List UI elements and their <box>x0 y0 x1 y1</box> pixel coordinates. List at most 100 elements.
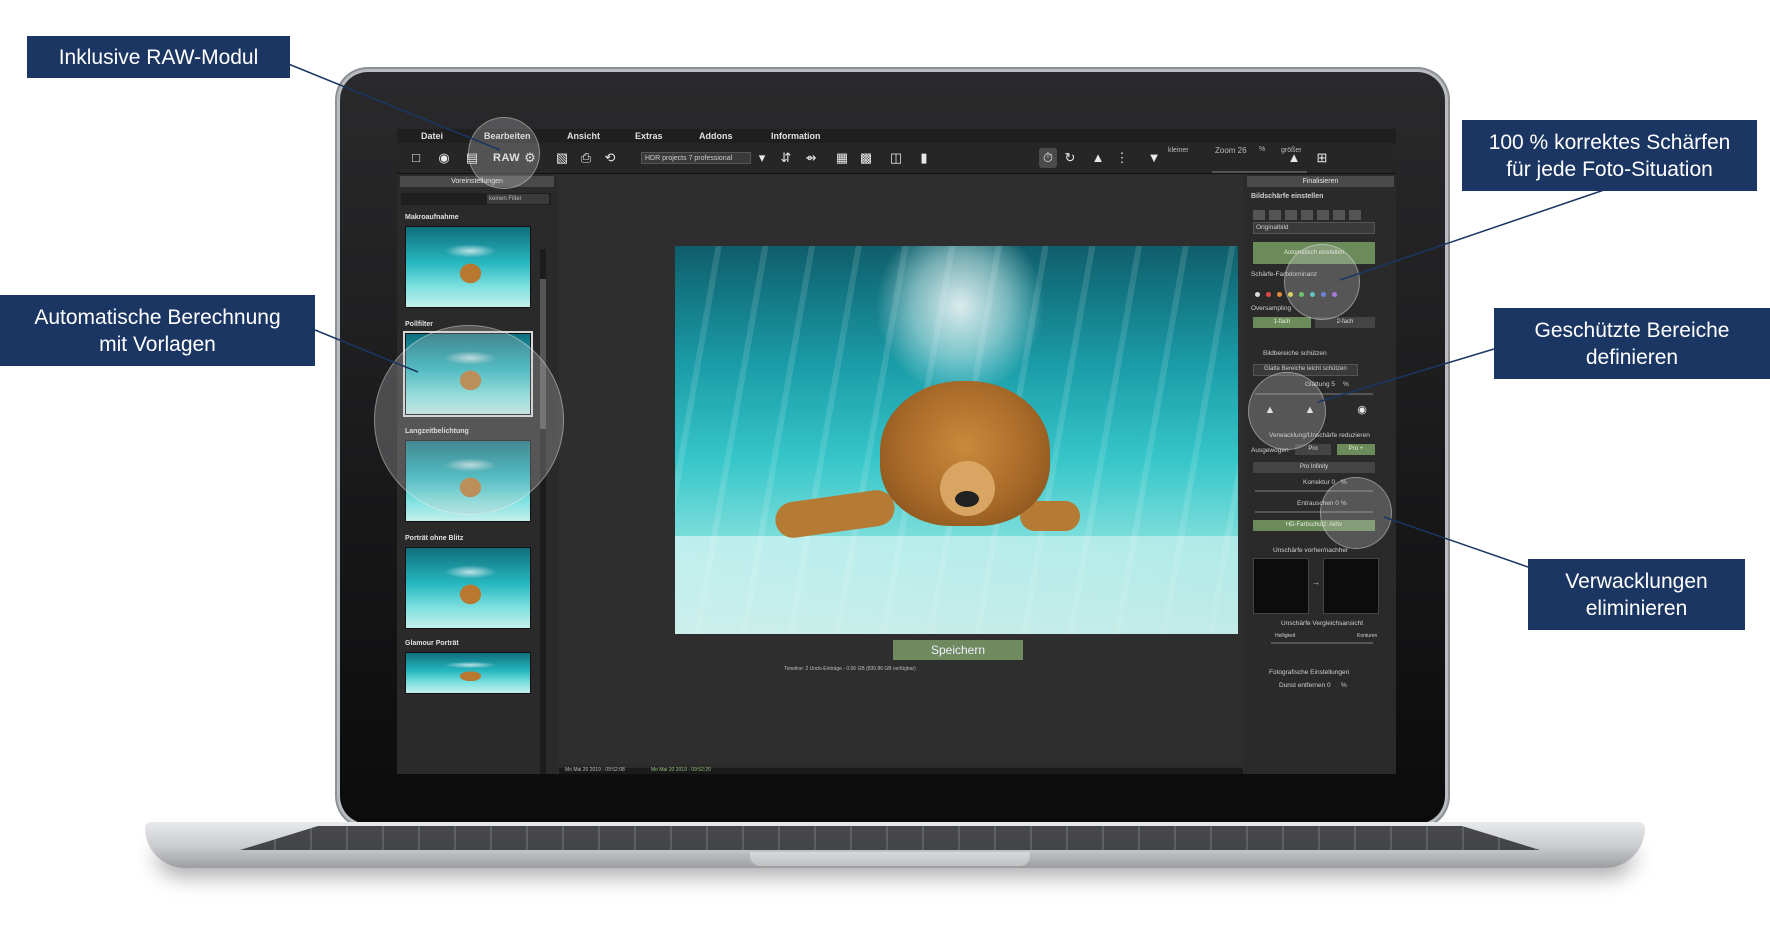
callout-auto-line1: Automatische Berechnung <box>34 305 281 329</box>
correction-label: Korrektur 0 <box>1303 479 1336 486</box>
chevron-down-icon[interactable]: ▾ <box>753 148 771 168</box>
protect-select-value: Glatte Bereiche leicht schützen <box>1264 366 1347 372</box>
new-file-icon[interactable]: □ <box>407 148 425 168</box>
dust-label: Dunst entfernen 0 <box>1279 682 1331 689</box>
callout-sharpen: 100 % korrektes Schärfen für jede Foto-S… <box>1462 120 1757 191</box>
mode-5-icon[interactable] <box>1317 209 1329 220</box>
preset-label-glamour: Glamour Porträt <box>405 640 459 647</box>
zoom-unit: % <box>1259 146 1266 153</box>
mode-pro-plus[interactable]: Pro + <box>1337 444 1375 455</box>
callout-protected-line1: Geschützte Bereiche <box>1534 318 1730 342</box>
zoom-in-icon[interactable]: ▲ <box>1285 148 1303 168</box>
layout-icon[interactable]: ▩ <box>857 148 875 168</box>
export-icon[interactable]: ⇵ <box>777 148 795 168</box>
raw-highlight <box>468 117 540 189</box>
preset-label-portrait: Porträt ohne Blitz <box>405 535 464 542</box>
callout-auto-line2: mit Vorlagen <box>99 332 216 356</box>
save-button[interactable]: Speichern <box>893 640 1023 660</box>
timeline-bar[interactable]: Mo Mai 20 2019 - 09:52:08 Mo Mai 20 2019… <box>559 767 1243 774</box>
redo-icon[interactable]: ↻ <box>1061 148 1079 168</box>
preview-after <box>1323 558 1379 614</box>
dog-nose <box>955 491 979 507</box>
toolbar: □ ◉ ▤ RAW ⚙ ▧ ⎙ ⟲ HDR projects 7 profess… <box>397 143 1396 174</box>
preset-thumb-glamour[interactable] <box>405 652 531 694</box>
import-icon[interactable]: ⇴ <box>802 148 820 168</box>
water-bubbles <box>875 246 1045 396</box>
compare-icon[interactable]: ◫ <box>887 148 905 168</box>
program-select[interactable]: HDR projects 7 professional <box>641 152 751 164</box>
menu-addons[interactable]: Addons <box>699 131 733 141</box>
callout-protected-line2: definieren <box>1585 345 1679 369</box>
more-icon[interactable]: ⋮ <box>1113 148 1131 168</box>
menu-extras[interactable]: Extras <box>635 131 663 141</box>
sharpness-title: Bildschärfe einstellen <box>1251 193 1324 200</box>
timeline-entry-2[interactable]: Mo Mai 20 2019 - 09:52:20 <box>651 767 711 773</box>
before-after-label: Unschärfe vorher/nachher <box>1273 547 1349 554</box>
open-image-icon[interactable]: ◉ <box>435 148 453 168</box>
camera-icon[interactable]: ◉ <box>1353 400 1371 420</box>
preset-label-makro: Makroaufnahme <box>405 214 459 221</box>
zoom-slider[interactable] <box>1212 171 1307 173</box>
protect-highlight <box>1248 372 1326 450</box>
callout-protected: Geschützte Bereiche definieren <box>1494 308 1770 379</box>
callout-raw-module: Inklusive RAW-Modul <box>27 36 290 78</box>
source-select[interactable]: Originalbild <box>1253 222 1375 234</box>
presets-scrollbar[interactable] <box>540 249 546 774</box>
timeline-entry-1[interactable]: Mo Mai 20 2019 - 09:52:08 <box>565 767 625 773</box>
callout-sharpen-line2: für jede Foto-Situation <box>1506 157 1713 181</box>
callout-shake: Verwacklungen eliminieren <box>1528 559 1745 630</box>
mode-1-icon[interactable] <box>1253 209 1265 220</box>
dust-unit: % <box>1341 682 1347 689</box>
mode-3-icon[interactable] <box>1285 209 1297 220</box>
brightness-label: Helligkeit <box>1275 633 1296 639</box>
source-select-value: Originalbild <box>1256 224 1289 231</box>
save-icon[interactable]: ▧ <box>553 148 571 168</box>
zoom-smaller-label: kleiner <box>1168 147 1189 154</box>
timer-icon[interactable]: ⏱ <box>1039 148 1057 168</box>
mode-pro-infinity[interactable]: Pro Infinity <box>1253 462 1375 473</box>
dog-snout <box>940 461 995 516</box>
preview-before <box>1253 558 1309 614</box>
menu-datei[interactable]: Datei <box>421 131 443 141</box>
callout-raw-text: Inklusive RAW-Modul <box>58 45 259 69</box>
menu-ansicht[interactable]: Ansicht <box>567 131 600 141</box>
photo-settings-title: Fotografische Einstellungen <box>1269 669 1350 676</box>
preset-thumb-portrait[interactable] <box>405 547 531 629</box>
zoom-out-icon[interactable]: ▼ <box>1145 148 1163 168</box>
filter-select[interactable]: keinen Filter <box>487 194 549 204</box>
status-row: Timeline: 2 Undo-Einträge - 0.06 GB (830… <box>559 666 1243 675</box>
print-icon[interactable]: ⎙ <box>577 148 595 168</box>
preset-highlight <box>374 325 564 515</box>
document-icon[interactable]: ▦ <box>833 148 851 168</box>
oversampling-label: Oversampling <box>1251 305 1292 312</box>
mode-7-icon[interactable] <box>1349 209 1361 220</box>
callout-sharpen-line1: 100 % korrektes Schärfen <box>1488 130 1731 154</box>
callout-shake-line2: eliminieren <box>1585 596 1688 620</box>
auto-highlight <box>1284 244 1360 320</box>
mode-2-icon[interactable] <box>1269 209 1281 220</box>
mode-4-icon[interactable] <box>1301 209 1313 220</box>
laptop-keyboard <box>240 826 1540 850</box>
arrow-right-icon: → <box>1312 578 1320 587</box>
protect-select[interactable]: Glatte Bereiche leicht schützen <box>1253 364 1358 376</box>
zoom-value: Zoom 26 <box>1215 146 1247 155</box>
image-canvas: Speichern <box>559 174 1243 764</box>
mode-6-icon[interactable] <box>1333 209 1345 220</box>
crop-icon[interactable]: ⊞ <box>1313 148 1331 168</box>
callout-auto-calc: Automatische Berechnung mit Vorlagen <box>0 295 315 366</box>
main-photo[interactable] <box>675 246 1238 634</box>
contours-label: Konturen <box>1357 633 1378 639</box>
timeline-info: Timeline: 2 Undo-Einträge - 0.06 GB (830… <box>784 666 916 672</box>
callout-shake-line1: Verwacklungen <box>1565 569 1708 593</box>
share-icon[interactable]: ⟲ <box>601 148 619 168</box>
preset-thumb-makro[interactable] <box>405 226 531 308</box>
preset-label-pollfilter: Pollfilter <box>405 321 434 328</box>
smoothing-unit: % <box>1343 381 1349 388</box>
shake-highlight <box>1320 477 1392 549</box>
menu-information[interactable]: Information <box>771 131 821 141</box>
contour-slider[interactable] <box>1271 642 1373 644</box>
compare-view-label[interactable]: Unschärfe Vergleichsansicht <box>1281 620 1363 627</box>
mirror-icon[interactable]: ▲ <box>1089 148 1107 168</box>
oversampling-1x[interactable]: 1-fach <box>1253 317 1311 328</box>
histogram-icon[interactable]: ▮ <box>915 148 933 168</box>
